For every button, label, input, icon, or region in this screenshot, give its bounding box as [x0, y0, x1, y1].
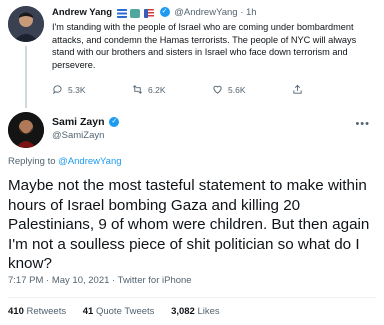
- likes-count: 3,082: [171, 306, 195, 317]
- replying-to: Replying to @AndrewYang: [8, 156, 122, 167]
- verified-badge-icon: ✓: [109, 117, 120, 128]
- separator-dot: ·: [240, 7, 244, 18]
- tweet-timestamp[interactable]: 7:17 PM · May 10, 2021: [8, 275, 109, 286]
- more-options-icon[interactable]: •••: [355, 118, 370, 130]
- separator-dot: ·: [112, 275, 116, 286]
- user-handle[interactable]: @AndrewYang: [174, 7, 237, 18]
- tweet-stats: 410 Retweets 41 Quote Tweets 3,082 Likes: [8, 306, 234, 317]
- avatar-photo-icon: [8, 6, 44, 42]
- source-app[interactable]: Twitter for iPhone: [118, 275, 192, 286]
- quote-tweets-stat[interactable]: 41 Quote Tweets: [83, 306, 155, 317]
- tweet-header: Andrew Yang ✓ @AndrewYang · 1h: [52, 7, 257, 19]
- tweet-meta: 7:17 PM · May 10, 2021 · Twitter for iPh…: [8, 275, 192, 286]
- quote-tweets-count: 41: [82, 306, 94, 317]
- retweets-stat[interactable]: 410 Retweets: [8, 306, 66, 317]
- replying-prefix: Replying to: [8, 156, 56, 167]
- retweet-count: 6.2K: [148, 84, 166, 95]
- share-button[interactable]: [292, 84, 303, 95]
- user-handle[interactable]: @SamiZayn: [52, 130, 104, 141]
- tweet-actions: 5.3K 6.2K 5.6K: [52, 84, 372, 98]
- heart-icon: [213, 85, 222, 94]
- reply-icon: [53, 85, 62, 95]
- quoted-parent-tweet[interactable]: Andrew Yang ✓ @AndrewYang · 1h I'm stand…: [0, 0, 384, 108]
- divider: [8, 297, 376, 298]
- retweet-icon: [133, 85, 142, 94]
- tweet-text: I'm standing with the people of Israel w…: [52, 22, 357, 70]
- tweet-timestamp[interactable]: 1h: [246, 7, 257, 18]
- like-button[interactable]: 5.6K: [212, 84, 246, 95]
- avatar[interactable]: [8, 112, 44, 148]
- retweets-label: Retweets: [26, 306, 67, 317]
- replying-to-link[interactable]: @AndrewYang: [58, 156, 121, 167]
- reply-button[interactable]: 5.3K: [52, 84, 86, 95]
- retweets-count: 410: [8, 306, 24, 317]
- quote-tweets-label: Quote Tweets: [95, 306, 155, 317]
- flag-greece-icon: [116, 8, 127, 18]
- likes-label: Likes: [197, 306, 220, 317]
- verified-badge-icon: ✓: [159, 7, 170, 18]
- likes-stat[interactable]: 3,082 Likes: [171, 306, 220, 317]
- like-count: 5.6K: [228, 84, 246, 95]
- flag-us-icon: [143, 8, 154, 18]
- tweet-text: Maybe not the most tasteful statement to…: [8, 177, 370, 272]
- avatar-photo-icon: [8, 112, 44, 148]
- statue-of-liberty-icon: [130, 8, 141, 18]
- reply-count: 5.3K: [68, 84, 86, 95]
- display-name: Sami Zayn ✓: [52, 116, 121, 128]
- share-icon: [293, 84, 302, 94]
- display-name[interactable]: Andrew Yang: [52, 7, 112, 18]
- avatar[interactable]: [8, 6, 44, 42]
- display-name-text[interactable]: Sami Zayn: [52, 116, 105, 128]
- thread-connector-line: [25, 46, 27, 108]
- name-emojis: [116, 8, 155, 19]
- retweet-button[interactable]: 6.2K: [132, 84, 166, 95]
